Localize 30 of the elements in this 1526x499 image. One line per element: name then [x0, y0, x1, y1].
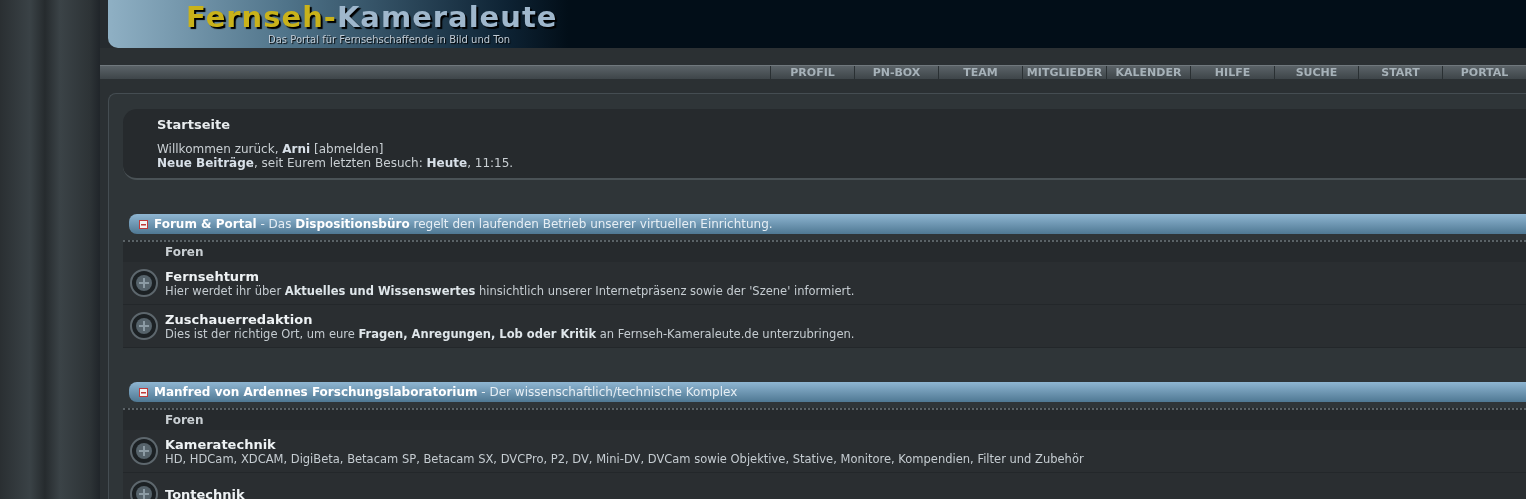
forum-icon [130, 269, 158, 297]
welcome-text: Willkommen zurück, Arni [157, 142, 311, 156]
forum-title[interactable]: Zuschauerredaktion [165, 311, 855, 327]
nav-link[interactable]: PN-BOX [854, 66, 938, 79]
forum-title[interactable]: Tontechnik [165, 486, 245, 499]
collapse-icon[interactable] [139, 219, 148, 229]
nav-link[interactable]: PORTAL [1442, 66, 1526, 79]
forum-icon [130, 312, 158, 340]
nav-link[interactable]: TEAM [938, 66, 1022, 79]
category-title[interactable]: Manfred von Ardennes Forschungslaboratorium - Der wissenschaftlich/technische Komplex [154, 385, 738, 399]
nav-link[interactable]: PROFIL [770, 66, 854, 79]
collapse-icon[interactable] [139, 387, 148, 397]
column-header: Foren [123, 240, 1526, 262]
site-logo[interactable]: Fernseh-Kameraleute Das Portal für Fernsehschaffende in Bild und Ton [108, 0, 1526, 48]
nav-link[interactable]: SUCHE [1274, 66, 1358, 79]
nav-link[interactable]: MITGLIEDER [1022, 66, 1106, 79]
forum-title[interactable]: Fernsehturm [165, 268, 855, 284]
nav-link[interactable]: START [1358, 66, 1442, 79]
forum-title[interactable]: Kameratechnik [165, 436, 1084, 452]
page-title: Startseite [157, 117, 232, 132]
nav-link[interactable]: HILFE [1190, 66, 1274, 79]
forum-icon [130, 437, 158, 465]
column-header: Foren [123, 408, 1526, 430]
new-posts-text: Neue Beiträge, seit Eurem letzten Besuch: Heute, 11:15. [157, 156, 515, 170]
forum-description: Hier werdet ihr über Aktuelles und Wissenswertes hinsichtlich unserer Internetpräsenz sowie der 'Szene' informiert. [165, 283, 855, 298]
category-title[interactable]: Forum & Portal - Das Dispositionsbüro regelt den laufenden Betrieb unserer virtuellen Einrichtung. [154, 217, 773, 231]
forum-description: HD, HDCam, XDCAM, DigiBeta, Betacam SP, Betacam SX, DVCPro, P2, DV, Mini-DV, DVCam sowie Objektive, Stative, Monitore, Kompendien, Filter und Zubehör [165, 451, 1084, 466]
logout-link[interactable]: [abmelden] [314, 142, 384, 156]
forum-description: Dies ist der richtige Ort, um eure Fragen, Anregungen, Lob oder Kritik an Fernseh-Kameraleute.de unterzubringen. [165, 326, 855, 341]
nav-link[interactable]: KALENDER [1106, 66, 1190, 79]
